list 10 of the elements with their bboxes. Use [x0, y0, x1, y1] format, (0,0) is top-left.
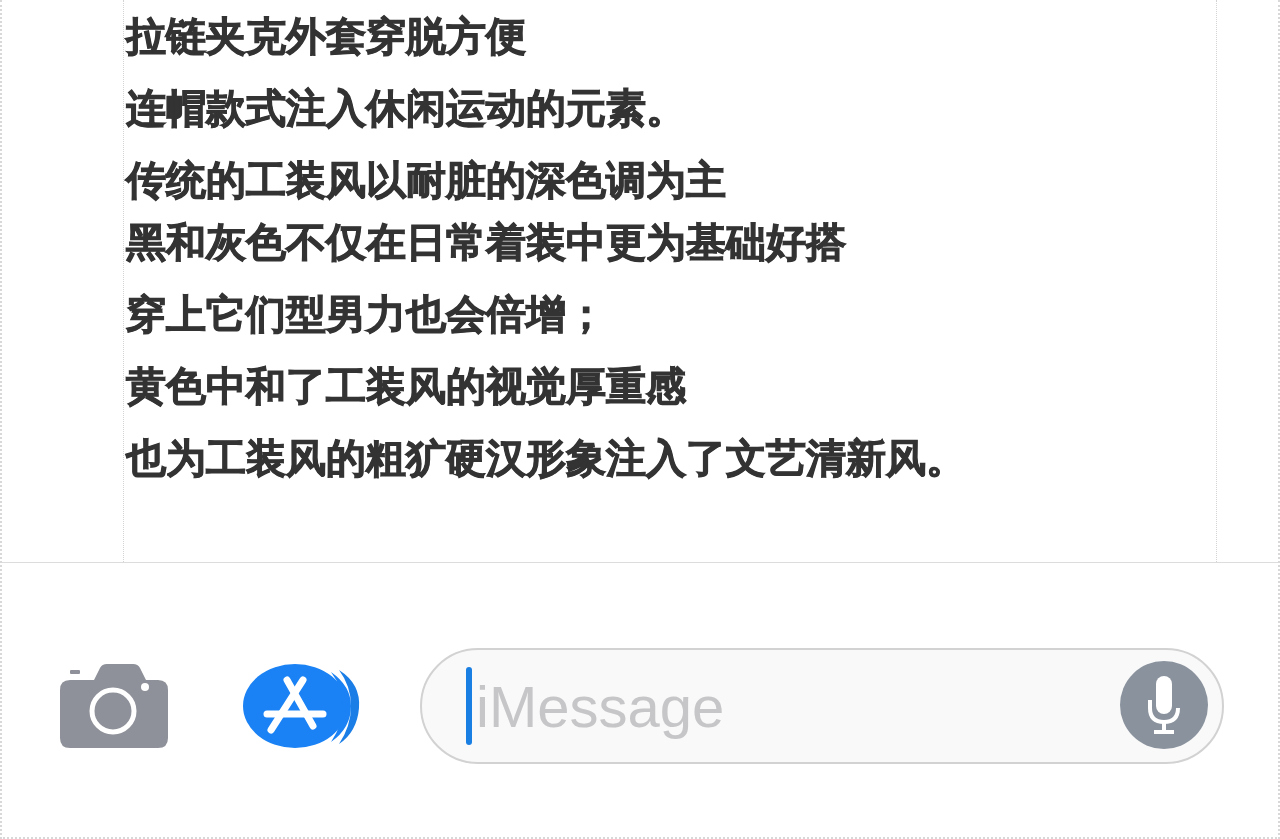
microphone-icon — [1147, 676, 1181, 734]
article-text-line: 连帽款式注入休闲运动的元素。 — [126, 84, 686, 133]
article-text-line: 黑和灰色不仅在日常着装中更为基础好搭 — [126, 218, 846, 267]
article-text-line: 穿上它们型男力也会倍增； — [126, 290, 606, 339]
article-text-line: 拉链夹克外套穿脱方便 — [126, 12, 526, 61]
apps-icon[interactable] — [243, 664, 361, 748]
article-text-line: 也为工装风的粗犷硬汉形象注入了文艺清新风。 — [126, 434, 966, 483]
article-text-line: 黄色中和了工装风的视觉厚重感 — [126, 362, 686, 411]
article-text-line: 传统的工装风以耐脏的深色调为主 — [126, 156, 726, 205]
camera-icon[interactable] — [60, 664, 168, 748]
